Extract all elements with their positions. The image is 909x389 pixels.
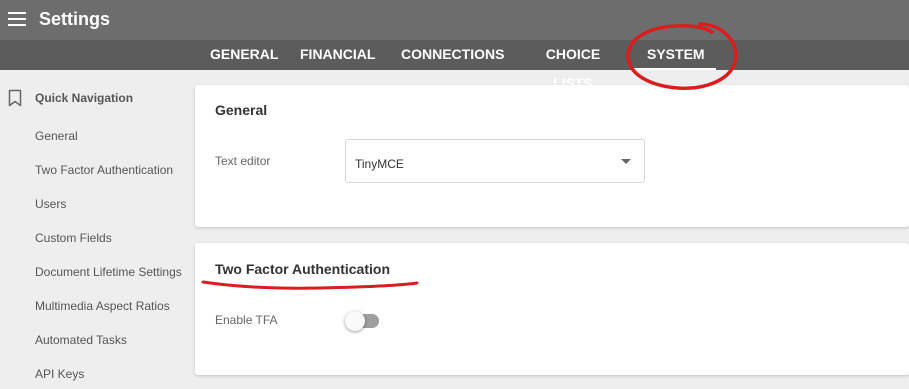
enable-tfa-toggle[interactable] — [345, 311, 381, 331]
sidebar-item-document-lifetime-settings[interactable]: Document Lifetime Settings — [35, 265, 182, 279]
general-section-card: General Text editor TinyMCE — [195, 85, 909, 227]
page-title: Settings — [39, 9, 111, 29]
tab-general[interactable]: GENERAL — [210, 40, 278, 70]
sidebar-item-general[interactable]: General — [35, 129, 78, 143]
text-editor-select-value: TinyMCE — [355, 157, 404, 171]
bookmark-icon — [8, 89, 22, 107]
sidebar-item-users[interactable]: Users — [35, 197, 66, 211]
general-section-title: General — [215, 102, 268, 118]
tab-bar: GENERAL FINANCIAL CONNECTIONS CHOICE LIS… — [0, 40, 909, 91]
tab-financial[interactable]: FINANCIAL — [300, 40, 375, 70]
text-editor-label: Text editor — [215, 154, 271, 168]
quick-navigation-sidebar: Quick Navigation General Two Factor Auth… — [0, 70, 190, 389]
tab-system[interactable]: SYSTEM — [634, 40, 716, 70]
sidebar-item-custom-fields[interactable]: Custom Fields — [35, 231, 112, 245]
tfa-section-title: Two Factor Authentication — [215, 261, 390, 277]
app-bar: Settings — [0, 0, 909, 40]
tab-choice-lists[interactable]: CHOICE LISTS — [527, 40, 619, 91]
sidebar-item-automated-tasks[interactable]: Automated Tasks — [35, 333, 127, 347]
sidebar-item-api-keys[interactable]: API Keys — [35, 367, 84, 381]
tab-connections[interactable]: CONNECTIONS — [401, 40, 504, 70]
quick-navigation-header: Quick Navigation — [0, 88, 190, 110]
sidebar-item-two-factor-authentication[interactable]: Two Factor Authentication — [35, 163, 173, 177]
enable-tfa-label: Enable TFA — [215, 313, 278, 327]
sidebar-item-multimedia-aspect-ratios[interactable]: Multimedia Aspect Ratios — [35, 299, 170, 313]
text-editor-select[interactable]: TinyMCE — [345, 139, 645, 183]
chevron-down-icon — [621, 159, 631, 164]
quick-navigation-title: Quick Navigation — [35, 91, 134, 105]
hamburger-menu-icon[interactable] — [8, 11, 26, 27]
toggle-knob — [345, 311, 365, 331]
tfa-section-card: Two Factor Authentication Enable TFA — [195, 243, 909, 375]
